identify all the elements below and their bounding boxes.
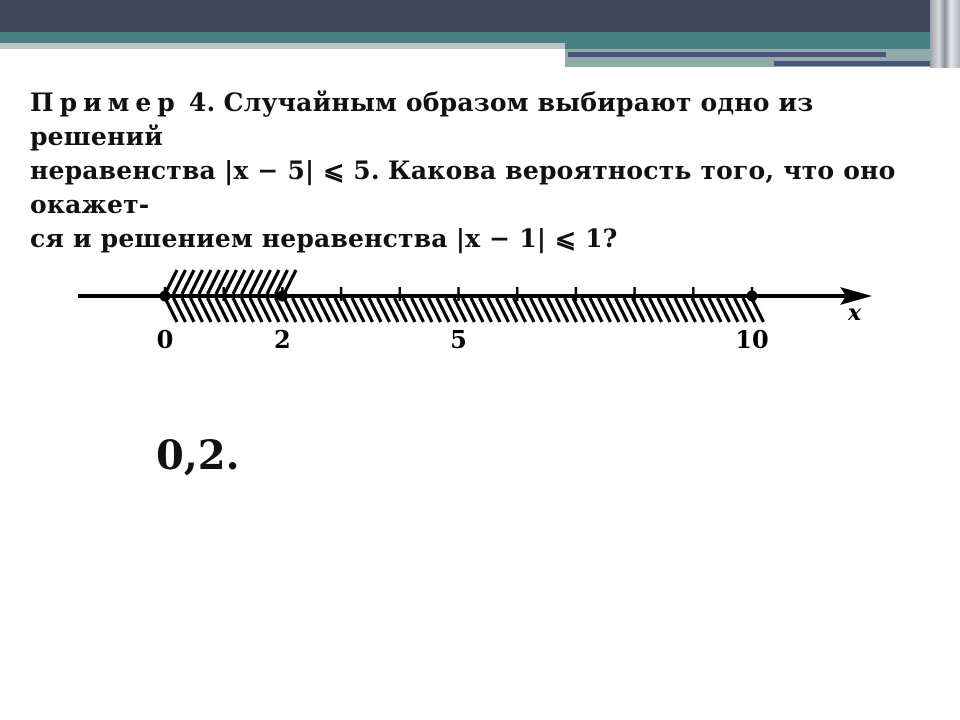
axis-label: x (847, 300, 862, 326)
lower-hatch (163, 297, 765, 323)
upper-hatch (163, 269, 298, 295)
closed-point (276, 290, 288, 302)
closed-point (159, 290, 171, 302)
closed-point (746, 290, 758, 302)
tick-label: 5 (450, 325, 467, 354)
tick-labels: 0 2 5 10 (157, 325, 769, 354)
answer: 0,2. (156, 432, 240, 479)
number-line: 0 2 5 10 x (78, 269, 872, 354)
tick-label: 10 (735, 325, 768, 354)
tick-label: 2 (274, 325, 291, 354)
tick-label: 0 (157, 325, 174, 354)
